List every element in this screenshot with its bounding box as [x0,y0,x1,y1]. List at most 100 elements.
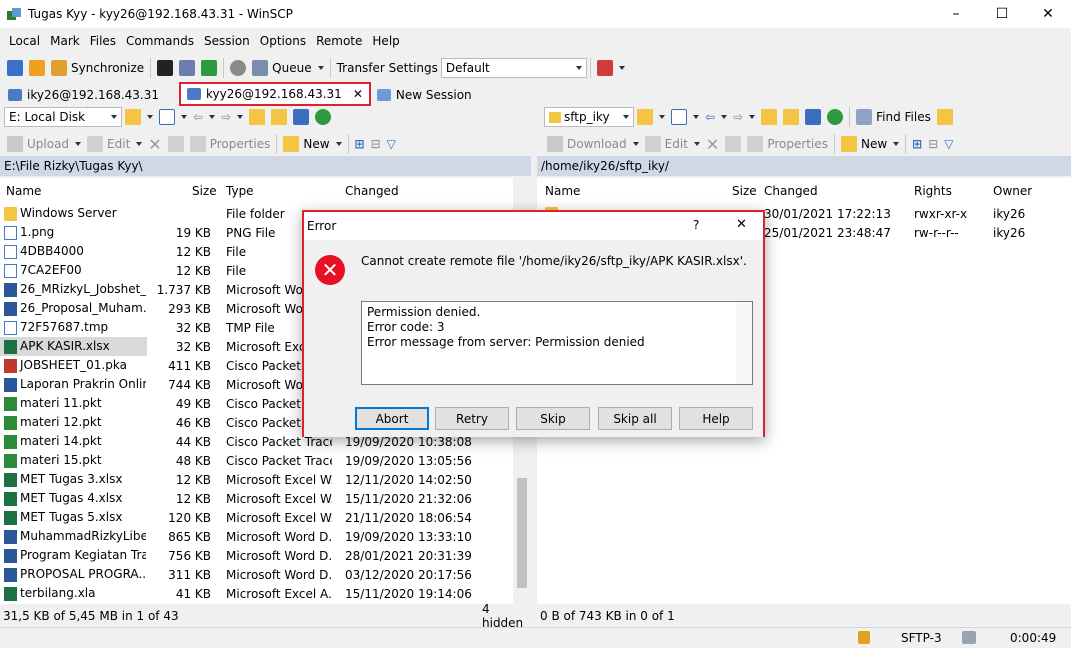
table-row[interactable]: materi 15.pkt 48 KB Cisco Packet Tracer 19/… [0,451,511,470]
column-changed[interactable]: Changed [345,184,399,198]
column-size[interactable]: Size [732,184,757,198]
local-new-button[interactable]: New [280,133,344,155]
doc-file-icon [4,244,17,259]
remote-back-button[interactable]: ⇦ [702,106,730,128]
menu-options[interactable]: Options [255,34,311,48]
local-root-dir-button[interactable] [268,106,290,128]
remote-tree-button[interactable] [934,106,956,128]
table-row[interactable]: PROPOSAL PROGRA... 311 KB Microsoft Word D… [0,565,511,584]
table-row[interactable]: MET Tugas 5.xlsx 120 KB Microsoft Excel W.… [0,508,511,527]
upload-button[interactable]: Upload [4,133,84,155]
remote-parent-dir-button[interactable] [758,106,780,128]
remote-home-button[interactable] [802,106,824,128]
skip-button[interactable]: Skip [516,407,590,430]
column-size[interactable]: Size [192,184,217,198]
menu-remote[interactable]: Remote [311,34,367,48]
maximize-button[interactable]: ☐ [979,0,1025,28]
synchronize-button[interactable] [26,57,48,79]
menu-commands[interactable]: Commands [121,34,199,48]
remote-filter-select-button[interactable]: ▽ [941,133,956,155]
pkt-file-icon [4,415,17,430]
preferences-button[interactable] [227,57,249,79]
session-color-button[interactable] [594,57,628,79]
details-scrollbar[interactable] [736,302,752,384]
putty-button[interactable] [176,57,198,79]
remote-unselect-button[interactable]: ⊟ [925,133,941,155]
local-filter-button[interactable] [156,106,190,128]
menu-mark[interactable]: Mark [45,34,85,48]
help-icon[interactable]: ? [693,218,699,232]
column-owner[interactable]: Owner [993,184,1032,198]
close-tab-icon[interactable]: ✕ [353,87,363,101]
retry-button[interactable]: Retry [435,407,509,430]
transfer-settings-select[interactable]: Default [440,58,587,78]
help-button[interactable]: Help [679,407,753,430]
queue-button[interactable]: Queue [249,57,326,79]
local-home-button[interactable] [290,106,312,128]
refresh-session-button[interactable] [198,57,220,79]
xls-file-icon [4,510,17,525]
table-row[interactable]: MuhammadRizkyLibe... 865 KB Microsoft Word… [0,527,511,546]
local-back-button[interactable]: ⇦ [190,106,218,128]
scrollbar-thumb[interactable] [517,478,527,588]
menu-local[interactable]: Local [4,34,45,48]
close-dialog-icon[interactable]: ✕ [736,217,747,232]
menu-files[interactable]: Files [85,34,121,48]
table-row[interactable]: MET Tugas 4.xlsx 12 KB Microsoft Excel W..… [0,489,511,508]
remote-new-button[interactable]: New [838,133,902,155]
abort-button[interactable]: Abort [355,407,429,430]
column-type[interactable]: Type [226,184,254,198]
remote-properties-button[interactable]: Properties [744,133,831,155]
console-button[interactable] [154,57,176,79]
error-details-box[interactable]: Permission denied. Error code: 3 Error m… [361,301,753,385]
word-file-icon [4,529,17,544]
remote-rename-button[interactable] [722,133,744,155]
skip-all-button[interactable]: Skip all [598,407,672,430]
remote-root-dir-button[interactable] [780,106,802,128]
table-row[interactable]: Program Kegiatan Tra... 756 KB Microsoft W… [0,546,511,565]
tab-session-kyy26[interactable]: kyy26@192.168.43.31 ✕ [179,82,371,106]
compare-directories-button[interactable] [4,57,26,79]
remote-select-button[interactable]: ⊞ [909,133,925,155]
table-row[interactable]: APK KASIR.xlsx 32 KB Microsoft Excel [0,337,316,356]
local-refresh-button[interactable] [312,106,334,128]
column-rights[interactable]: Rights [914,184,952,198]
remote-filter-button[interactable] [668,106,702,128]
menu-help[interactable]: Help [367,34,404,48]
menu-session[interactable]: Session [199,34,255,48]
local-parent-dir-button[interactable] [246,106,268,128]
remote-edit-button[interactable]: Edit [642,133,703,155]
tab-new-session[interactable]: New Session [371,84,478,106]
local-drive-select[interactable]: E: Local Disk [4,107,122,127]
remote-refresh-button[interactable] [824,106,846,128]
find-files-button[interactable]: Find Files [853,106,934,128]
local-open-folder-button[interactable] [122,106,156,128]
column-changed[interactable]: Changed [764,184,818,198]
local-edit-button[interactable]: Edit [84,133,145,155]
detail-line: Error code: 3 [367,320,445,334]
remote-delete-button[interactable]: ✕ [703,133,722,155]
local-unselect-button[interactable]: ⊟ [368,133,384,155]
column-name[interactable]: Name [6,184,41,198]
delete-icon: ✕ [148,134,162,154]
remote-forward-button[interactable]: ⇨ [730,106,758,128]
remote-folder-select[interactable]: sftp_iky [544,107,634,127]
synchronize-text-button[interactable]: Synchronize [48,57,147,79]
download-button[interactable]: Download [544,133,642,155]
remote-open-folder-button[interactable] [634,106,668,128]
close-window-button[interactable]: ✕ [1025,0,1071,28]
column-name[interactable]: Name [545,184,580,198]
table-row[interactable]: terbilang.xla 41 KB Microsoft Excel A... 15… [0,584,511,603]
minimize-button[interactable]: – [933,0,979,28]
local-rename-button[interactable] [165,133,187,155]
local-filter-select-button[interactable]: ▽ [384,133,399,155]
tab-session-iky26[interactable]: iky26@192.168.43.31 [2,84,165,106]
local-delete-button[interactable]: ✕ [145,133,164,155]
file-size: 12 KB [175,491,211,506]
local-select-button[interactable]: ⊞ [352,133,368,155]
chevron-down-icon [749,115,756,119]
local-forward-button[interactable]: ⇨ [218,106,246,128]
table-row[interactable]: MET Tugas 3.xlsx 12 KB Microsoft Excel W..… [0,470,511,489]
file-name-text: 4DBB4000 [20,244,84,259]
local-properties-button[interactable]: Properties [187,133,274,155]
